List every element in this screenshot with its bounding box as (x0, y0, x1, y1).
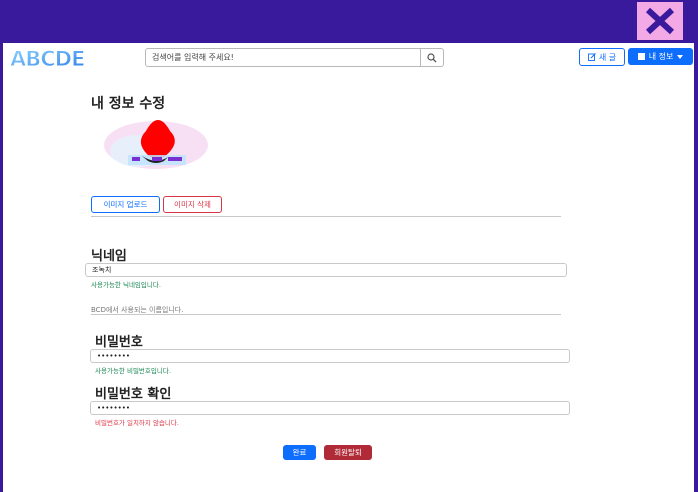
logo[interactable]: ABCDE (8, 47, 88, 69)
confirm-button[interactable]: 완료 (283, 445, 316, 460)
nickname-label: 닉네임 (91, 249, 127, 264)
withdraw-button[interactable]: 회원탈퇴 (324, 445, 372, 460)
logo-text: ABCDE (10, 47, 84, 69)
my-info-button[interactable]: 내 정보 (628, 48, 693, 65)
upload-image-button[interactable]: 이미지 업로드 (91, 196, 160, 213)
close-icon (645, 7, 675, 35)
password-label: 비밀번호 (95, 335, 143, 350)
password-valid-message: 사용가능한 비밀번호입니다. (95, 367, 171, 375)
password-confirm-label: 비밀번호 확인 (95, 387, 172, 402)
user-icon (637, 53, 645, 60)
profile-image (104, 120, 208, 169)
caret-down-icon (677, 54, 684, 59)
main-panel: ABCDE 새 글 내 정보 내 정보 수정 (3, 43, 694, 492)
divider (91, 216, 561, 217)
edit-icon (587, 53, 596, 61)
password-confirm-input[interactable]: •••••••• (90, 401, 570, 415)
nickname-input[interactable]: 조녹치 (85, 263, 567, 277)
write-label: 새 글 (598, 52, 617, 62)
close-button[interactable] (637, 2, 683, 40)
password-mismatch-message: 비밀번호가 일치하지 않습니다. (95, 419, 179, 427)
write-button[interactable]: 새 글 (579, 48, 625, 66)
my-info-label: 내 정보 (648, 52, 674, 61)
search-bar (145, 48, 444, 67)
search-icon (427, 52, 437, 62)
nickname-valid-message: 사용가능한 닉네임입니다. (91, 281, 161, 289)
delete-image-button[interactable]: 이미지 삭제 (163, 196, 222, 213)
password-input[interactable]: •••••••• (90, 349, 570, 363)
search-button[interactable] (420, 49, 443, 66)
divider (91, 314, 561, 315)
search-input[interactable] (146, 50, 420, 65)
page-title: 내 정보 수정 (91, 96, 166, 112)
